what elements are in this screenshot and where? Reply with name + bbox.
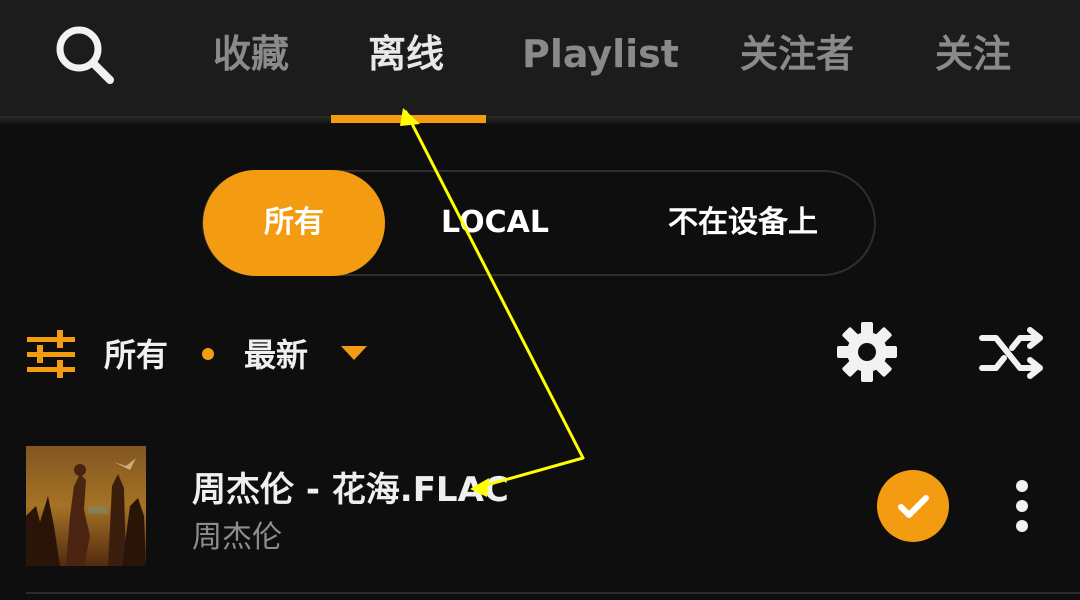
downloaded-check-icon[interactable] [877,470,949,542]
sort-dropdown-icon[interactable] [341,346,367,360]
segment-not-on-device[interactable]: 不在设备上 [630,170,856,276]
active-tab-indicator [331,115,486,123]
track-title: 周杰伦 - 花海.FLAC [192,470,509,510]
tab-offline[interactable]: 离线 [368,26,444,82]
sort-label[interactable]: 最新 [244,330,308,380]
filter-label[interactable]: 所有 [104,330,168,380]
album-art [26,446,146,566]
track-artist: 周杰伦 [192,520,282,555]
more-options-icon[interactable] [1006,478,1038,534]
shuffle-icon[interactable] [978,324,1046,382]
segment-all[interactable]: 所有 [203,170,385,276]
tab-playlist[interactable]: Playlist [522,26,679,82]
tab-following[interactable]: 关注 [935,26,1011,82]
row-divider [26,592,1080,594]
search-icon[interactable] [52,22,118,88]
gear-icon[interactable] [835,320,899,384]
segment-local[interactable]: LOCAL [400,170,590,276]
topbar-shadow [0,116,1080,124]
separator-dot [202,348,214,360]
tab-followers[interactable]: 关注者 [740,26,854,82]
filter-sliders-icon[interactable] [25,330,77,380]
tab-favorites[interactable]: 收藏 [213,26,289,82]
